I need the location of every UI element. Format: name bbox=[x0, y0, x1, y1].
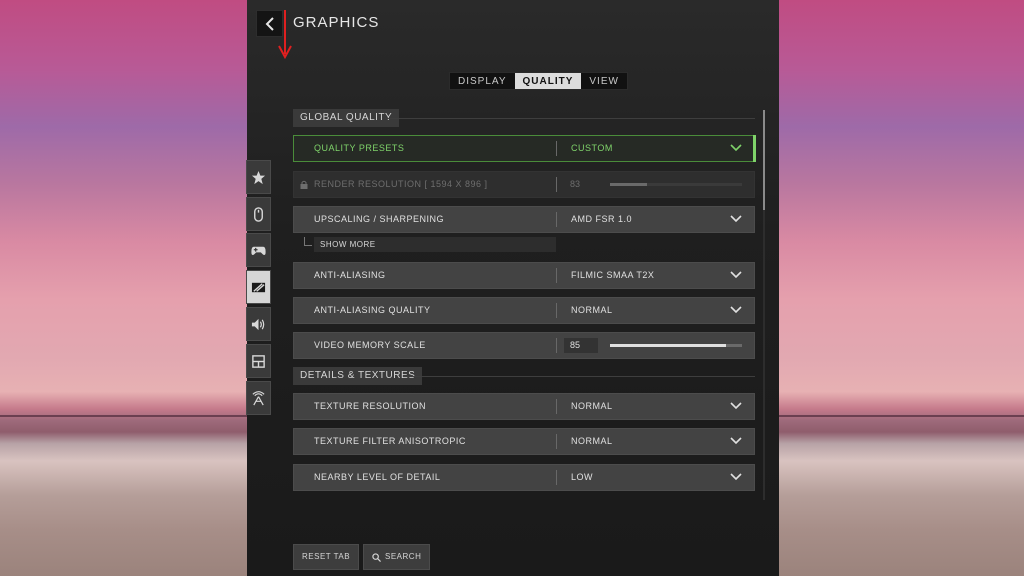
interface-icon bbox=[252, 354, 265, 368]
setting-label: QUALITY PRESETS bbox=[314, 143, 405, 153]
divider bbox=[556, 212, 557, 227]
tab-display[interactable]: DISPLAY bbox=[450, 73, 515, 89]
quality-presets-dropdown[interactable]: QUALITY PRESETS CUSTOM bbox=[293, 135, 756, 162]
chevron-down-icon bbox=[730, 473, 742, 481]
slider-value[interactable]: 85 bbox=[564, 338, 598, 353]
section-divider bbox=[385, 118, 755, 119]
section-divider bbox=[403, 376, 755, 377]
lock-icon bbox=[300, 180, 308, 189]
divider bbox=[556, 338, 557, 353]
slider-fill bbox=[610, 183, 647, 186]
setting-label: RENDER RESOLUTION [ 1594 X 896 ] bbox=[314, 179, 488, 189]
scrollbar-thumb[interactable] bbox=[763, 110, 765, 210]
chevron-down-icon bbox=[730, 144, 742, 152]
setting-label: VIDEO MEMORY SCALE bbox=[314, 340, 426, 350]
sidebar-item-network[interactable] bbox=[246, 381, 271, 415]
tab-bar: DISPLAY QUALITY VIEW bbox=[449, 72, 628, 90]
reset-tab-label: RESET TAB bbox=[302, 552, 351, 561]
chevron-down-icon bbox=[730, 437, 742, 445]
setting-value: NORMAL bbox=[571, 436, 613, 446]
divider bbox=[556, 434, 557, 449]
texture-resolution-dropdown[interactable]: TEXTURE RESOLUTION NORMAL bbox=[293, 393, 755, 420]
sidebar-item-audio[interactable] bbox=[246, 307, 271, 341]
setting-label: NEARBY LEVEL OF DETAIL bbox=[314, 472, 441, 482]
setting-value: NORMAL bbox=[571, 305, 613, 315]
divider bbox=[556, 399, 557, 414]
setting-value: LOW bbox=[571, 472, 594, 482]
reset-tab-button[interactable]: RESET TAB bbox=[293, 544, 360, 570]
setting-label: ANTI-ALIASING QUALITY bbox=[314, 305, 431, 315]
divider bbox=[556, 177, 557, 192]
texture-filter-anisotropic-dropdown[interactable]: TEXTURE FILTER ANISOTROPIC NORMAL bbox=[293, 428, 755, 455]
sidebar-item-interface[interactable] bbox=[246, 344, 271, 378]
red-arrow-annotation bbox=[278, 10, 292, 60]
search-label: SEARCH bbox=[385, 552, 422, 561]
search-button[interactable]: SEARCH bbox=[363, 544, 431, 570]
setting-value: AMD FSR 1.0 bbox=[571, 214, 633, 224]
tab-view[interactable]: VIEW bbox=[581, 73, 627, 89]
setting-value: CUSTOM bbox=[571, 143, 613, 153]
setting-label: ANTI-ALIASING bbox=[314, 270, 386, 280]
anti-aliasing-quality-dropdown[interactable]: ANTI-ALIASING QUALITY NORMAL bbox=[293, 297, 755, 324]
divider bbox=[556, 268, 557, 283]
graphics-icon bbox=[251, 282, 266, 292]
tree-connector bbox=[304, 237, 312, 246]
selection-indicator bbox=[753, 135, 756, 162]
setting-label: UPSCALING / SHARPENING bbox=[314, 214, 445, 224]
network-icon bbox=[252, 390, 265, 405]
render-resolution-slider: RENDER RESOLUTION [ 1594 X 896 ] 83 bbox=[293, 171, 755, 198]
sidebar-item-graphics[interactable] bbox=[246, 270, 271, 304]
slider-fill bbox=[610, 344, 727, 347]
controller-icon bbox=[251, 246, 266, 255]
chevron-down-icon bbox=[730, 271, 742, 279]
chevron-down-icon bbox=[730, 215, 742, 223]
sidebar-item-mouse[interactable] bbox=[246, 197, 271, 231]
section-header-global-quality: GLOBAL QUALITY bbox=[293, 109, 400, 127]
tab-quality[interactable]: QUALITY bbox=[514, 73, 582, 89]
slider-value: 83 bbox=[570, 179, 581, 189]
video-memory-scale-slider[interactable]: VIDEO MEMORY SCALE 85 bbox=[293, 332, 755, 359]
sidebar-item-controller[interactable] bbox=[246, 233, 271, 267]
mouse-icon bbox=[254, 206, 263, 222]
setting-value: FILMIC SMAA T2X bbox=[571, 270, 655, 280]
anti-aliasing-dropdown[interactable]: ANTI-ALIASING FILMIC SMAA T2X bbox=[293, 262, 755, 289]
chevron-down-icon bbox=[730, 402, 742, 410]
star-icon bbox=[251, 170, 266, 184]
sidebar-item-favorites[interactable] bbox=[246, 160, 271, 194]
divider bbox=[556, 470, 557, 485]
setting-label: TEXTURE FILTER ANISOTROPIC bbox=[314, 436, 466, 446]
speaker-icon bbox=[251, 318, 265, 330]
setting-label: TEXTURE RESOLUTION bbox=[314, 401, 427, 411]
chevron-down-icon bbox=[730, 306, 742, 314]
search-icon bbox=[372, 552, 381, 562]
divider bbox=[556, 141, 557, 156]
divider bbox=[556, 303, 557, 318]
upscaling-sharpening-dropdown[interactable]: UPSCALING / SHARPENING AMD FSR 1.0 bbox=[293, 206, 755, 233]
slider-track bbox=[610, 183, 742, 186]
chevron-left-icon bbox=[265, 16, 274, 31]
show-more-button[interactable]: SHOW MORE bbox=[314, 237, 556, 252]
nearby-level-of-detail-dropdown[interactable]: NEARBY LEVEL OF DETAIL LOW bbox=[293, 464, 755, 491]
page-title: GRAPHICS bbox=[293, 14, 380, 31]
setting-value: NORMAL bbox=[571, 401, 613, 411]
slider-track[interactable] bbox=[610, 344, 742, 347]
